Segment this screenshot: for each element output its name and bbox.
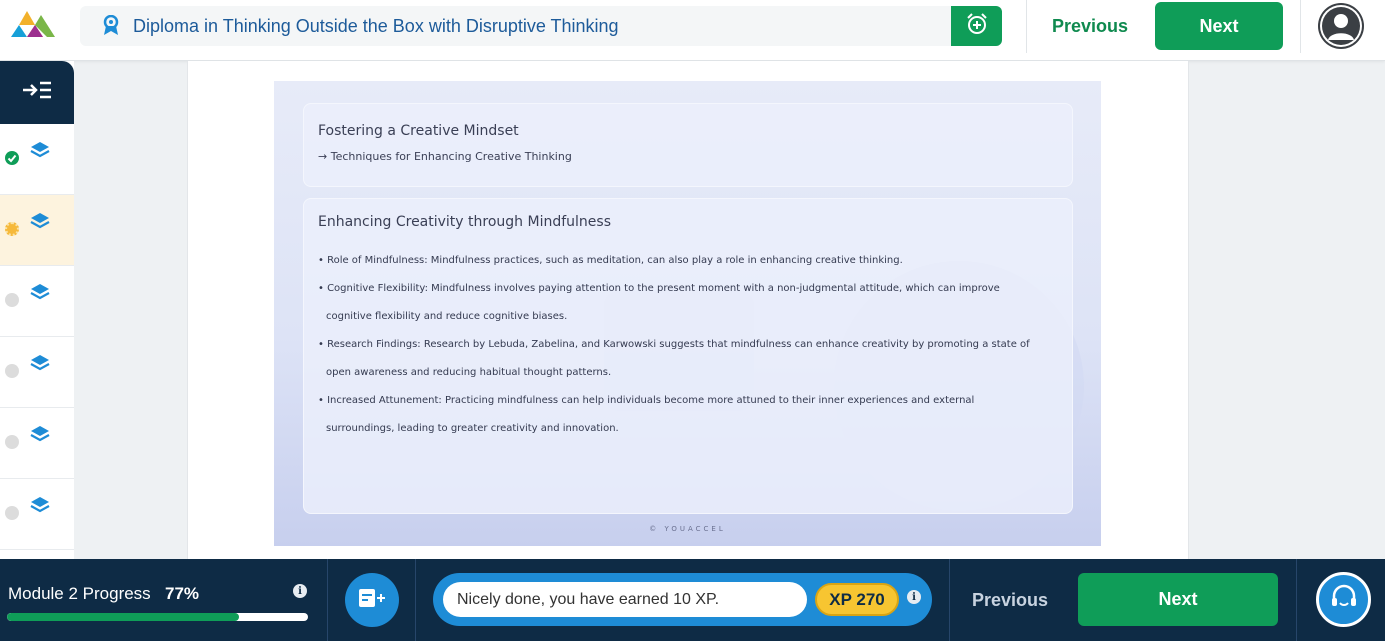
divider xyxy=(1026,0,1027,53)
module-progress-label: Module 2 Progress xyxy=(8,584,151,603)
bullet-text-continued: open awareness and reducing habitual tho… xyxy=(326,367,612,378)
pending-dot-icon xyxy=(5,506,19,520)
bullet-item: • Cognitive Flexibility: Mindfulness inv… xyxy=(318,275,1000,331)
info-icon[interactable]: i xyxy=(907,590,921,604)
layers-icon xyxy=(30,496,50,516)
bullet-text-continued: surroundings, leading to greater creativ… xyxy=(326,423,619,434)
xp-notification: Nicely done, you have earned 10 XP. XP 2… xyxy=(433,573,932,626)
logo-icon[interactable] xyxy=(11,9,55,39)
slide-panel-body: Enhancing Creativity through Mindfulness… xyxy=(303,198,1073,514)
slide-panel-header: Fostering a Creative Mindset → Technique… xyxy=(303,103,1073,187)
info-icon[interactable]: i xyxy=(293,584,307,598)
slide-watermark: © YOUACCEL xyxy=(649,525,726,533)
module-progress-percent: 77% xyxy=(165,584,200,603)
support-headset-icon xyxy=(1328,581,1360,618)
xp-badge: XP 270 xyxy=(815,583,899,616)
sidebar-toggle-button[interactable] xyxy=(0,61,74,124)
bullet-item: • Research Findings: Research by Lebuda,… xyxy=(318,331,1030,387)
bullet-item: • Increased Attunement: Practicing mindf… xyxy=(318,387,974,443)
layers-icon xyxy=(30,141,50,161)
panel-title: Fostering a Creative Mindset xyxy=(318,123,519,139)
layers-icon xyxy=(30,354,50,374)
course-title: Diploma in Thinking Outside the Box with… xyxy=(133,16,619,36)
layers-icon xyxy=(30,425,50,445)
check-circle-icon xyxy=(5,151,19,165)
bullet-text: • Cognitive Flexibility: Mindfulness inv… xyxy=(318,283,1000,294)
alarm-add-button[interactable] xyxy=(951,6,1002,46)
layers-icon xyxy=(30,283,50,303)
bullet-text: • Role of Mindfulness: Mindfulness pract… xyxy=(318,255,903,266)
sidebar-item-lesson-6[interactable] xyxy=(0,479,74,550)
alarm-add-icon xyxy=(965,12,989,41)
next-button[interactable]: Next xyxy=(1078,573,1278,626)
divider xyxy=(1300,0,1301,53)
sidebar-item-lesson-4[interactable] xyxy=(0,337,74,408)
layers-icon xyxy=(30,212,50,232)
sidebar-item-lesson-1[interactable] xyxy=(0,124,74,195)
award-badge-icon xyxy=(102,14,120,37)
top-header: Diploma in Thinking Outside the Box with… xyxy=(0,0,1385,61)
xp-message: Nicely done, you have earned 10 XP. xyxy=(443,582,807,617)
previous-button[interactable]: Previous xyxy=(1052,16,1128,37)
lesson-sidebar xyxy=(0,61,74,559)
bullet-text: • Increased Attunement: Practicing mindf… xyxy=(318,395,975,406)
panel-title: Enhancing Creativity through Mindfulness xyxy=(318,214,611,230)
bullet-item: • Role of Mindfulness: Mindfulness pract… xyxy=(318,247,903,275)
sidebar-item-lesson-2[interactable] xyxy=(0,195,74,266)
divider xyxy=(415,559,416,641)
previous-button[interactable]: Previous xyxy=(972,590,1048,611)
divider xyxy=(949,559,950,641)
sidebar-item-lesson-5[interactable] xyxy=(0,408,74,479)
next-button[interactable]: Next xyxy=(1155,2,1283,50)
bottom-bar: Module 2 Progress 77% i Nicely done, you… xyxy=(0,559,1385,641)
panel-subitem: → Techniques for Enhancing Creative Thin… xyxy=(318,150,572,163)
lesson-slide: Fostering a Creative Mindset → Technique… xyxy=(274,81,1101,546)
add-note-icon xyxy=(357,586,387,615)
module-progress-bar xyxy=(7,613,308,621)
pending-dot-icon xyxy=(5,293,19,307)
sidebar-item-lesson-3[interactable] xyxy=(0,266,74,337)
pending-dot-icon xyxy=(5,364,19,378)
module-progress-fill xyxy=(7,613,239,621)
pending-dot-icon xyxy=(5,435,19,449)
divider xyxy=(1296,559,1297,641)
bullet-text-continued: cognitive flexibility and reduce cogniti… xyxy=(326,311,568,322)
in-progress-icon xyxy=(5,222,19,236)
user-avatar-icon[interactable] xyxy=(1318,3,1364,49)
add-note-button[interactable] xyxy=(345,573,399,627)
collapse-menu-icon xyxy=(22,80,52,105)
support-button[interactable] xyxy=(1316,572,1371,627)
bullet-text: • Research Findings: Research by Lebuda,… xyxy=(318,339,1030,350)
course-title-bar: Diploma in Thinking Outside the Box with… xyxy=(80,6,1002,46)
divider xyxy=(327,559,328,641)
